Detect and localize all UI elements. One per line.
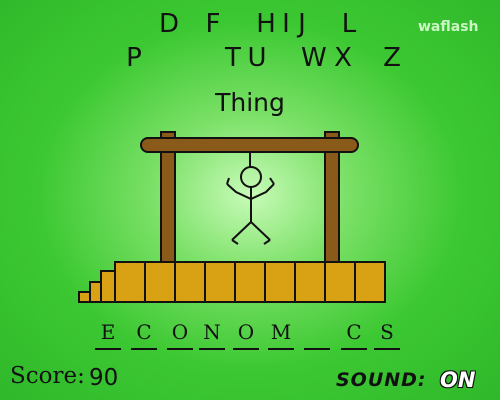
hangman-left-hand	[226, 177, 230, 185]
score-value: 90	[89, 365, 119, 391]
hangman-figure	[226, 166, 275, 245]
word-slot-1: E	[95, 318, 121, 350]
word-slot-5: O	[233, 318, 259, 350]
word-slot-7	[304, 318, 330, 350]
hangman-left-foot	[231, 239, 239, 245]
word-slot-8: C	[341, 318, 367, 350]
sound-toggle[interactable]: ON	[440, 368, 475, 392]
word-slot-4: N	[199, 318, 225, 350]
hangman-right-foot	[263, 239, 271, 245]
gallows-beam	[140, 137, 359, 153]
sound-label: SOUND:	[336, 369, 427, 391]
word-slot-2: C	[131, 318, 157, 350]
word-slot-3: O	[167, 318, 193, 350]
word-slot-6: M	[268, 318, 294, 350]
word-slot-9: S	[374, 318, 400, 350]
score-label: Score:	[10, 363, 85, 389]
hangman-head	[240, 166, 262, 188]
platform	[114, 261, 386, 303]
hangman-right-leg	[250, 221, 271, 241]
hangman-right-hand	[269, 177, 275, 185]
step-3	[100, 270, 116, 303]
hangman-left-leg	[231, 221, 252, 241]
game-stage: D F H I J L P T U W X Z waflash Thing E …	[0, 0, 500, 400]
